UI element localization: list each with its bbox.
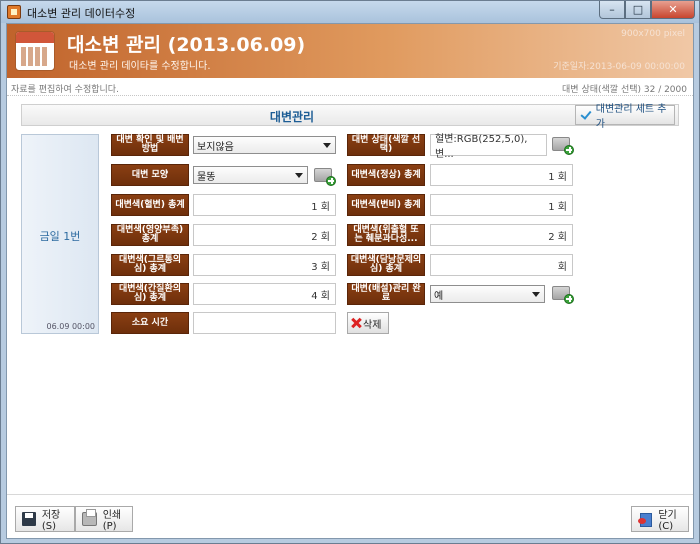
- add-color-icon[interactable]: [552, 135, 574, 155]
- header-banner: 대소변 관리 (2013.06.09) 대소변 관리 데이타를 수정합니다. 9…: [7, 24, 693, 78]
- printer-icon: [82, 509, 97, 526]
- check-icon: [580, 109, 592, 121]
- status-left-text: 자료를 편집하여 수정합니다.: [11, 85, 119, 95]
- shape-value: 물똥: [197, 171, 216, 183]
- exit-icon: [638, 512, 653, 527]
- bloody-color-field[interactable]: 1 회: [193, 194, 336, 216]
- done-value: 예: [434, 290, 444, 302]
- delete-label: 삭제: [363, 319, 382, 331]
- green-color-field[interactable]: 3 회: [193, 254, 336, 276]
- maximize-button[interactable]: □: [625, 1, 651, 19]
- liver-color-label: 대변색(간질환의심) 총계: [111, 283, 189, 305]
- stool-state-label: 대변 상태(색깔 선택): [347, 134, 425, 156]
- app-window: 대소변 관리 데이터수정 – □ ✕ 대소변 관리 (2013.06.09) 대…: [0, 0, 700, 544]
- save-button[interactable]: 저장(S): [15, 506, 75, 532]
- calendar-icon: [15, 31, 55, 71]
- normal-color-label: 대변색(정상) 총계: [347, 164, 425, 186]
- delete-x-icon: [351, 318, 361, 328]
- size-note: 900x700 pixel: [621, 29, 685, 39]
- page-subtitle: 대소변 관리 데이타를 수정합니다.: [69, 61, 211, 72]
- print-label: 인쇄(P): [102, 510, 122, 532]
- chevron-down-icon: [321, 139, 333, 151]
- bloody-color-label: 대변색(혈변) 총계: [111, 194, 189, 216]
- delete-button[interactable]: 삭제: [347, 312, 389, 334]
- duration-field[interactable]: [193, 312, 336, 334]
- save-label: 저장(S): [41, 510, 61, 532]
- black-color-label: 대변색(변비) 총계: [347, 194, 425, 216]
- status-line: 자료를 편집하여 수정합니다. 대변 상태(색깔 선택) 32 / 2000: [7, 80, 693, 96]
- normal-color-field[interactable]: 1 회: [430, 164, 573, 186]
- check-method-label: 대변 확인 및 배변 방법: [111, 134, 189, 156]
- duration-label: 소요 시간: [111, 312, 189, 334]
- gastric-color-field[interactable]: 2 회: [430, 224, 573, 246]
- liver-color-field[interactable]: 4 회: [193, 283, 336, 305]
- window-controls: – □ ✕: [599, 1, 695, 19]
- close-button[interactable]: 닫기(C): [631, 506, 689, 532]
- nutrition-color-field[interactable]: 2 회: [193, 224, 336, 246]
- shape-select[interactable]: 물똥: [193, 166, 308, 184]
- entry-name: 금일 1번: [39, 230, 81, 243]
- entry-time: 06.09 00:00: [46, 322, 96, 331]
- title-bar[interactable]: 대소변 관리 데이터수정 – □ ✕: [1, 1, 699, 23]
- page-title: 대소변 관리 (2013.06.09): [67, 34, 306, 56]
- chevron-down-icon: [293, 169, 305, 181]
- minimize-button[interactable]: –: [599, 1, 625, 19]
- base-date-note: 기준일자:2013-06-09 00:00:00: [553, 62, 685, 72]
- nutrition-color-label: 대변색(영양부족) 총계: [111, 224, 189, 246]
- close-label: 닫기(C): [658, 510, 677, 532]
- window-title: 대소변 관리 데이터수정: [27, 7, 136, 20]
- print-button[interactable]: 인쇄(P): [75, 506, 133, 532]
- add-shape-icon[interactable]: [314, 166, 336, 186]
- footer-divider: [7, 494, 693, 495]
- check-method-select[interactable]: 보지않음: [193, 136, 336, 154]
- status-char-count: 대변 상태(색깔 선택) 32 / 2000: [562, 85, 687, 95]
- shape-label: 대변 모양: [111, 164, 189, 186]
- done-label: 대변(배설)관리 완료: [347, 283, 425, 305]
- section-title: 대변관리: [269, 110, 315, 124]
- close-window-button[interactable]: ✕: [651, 1, 695, 19]
- gallbladder-color-label: 대변색(담낭문제의심) 총계: [347, 254, 425, 276]
- black-color-field[interactable]: 1 회: [430, 194, 573, 216]
- stool-state-field[interactable]: 혈변:RGB(252,5,0), 변...: [430, 134, 547, 160]
- client-area: 대소변 관리 (2013.06.09) 대소변 관리 데이타를 수정합니다. 9…: [6, 23, 694, 539]
- check-method-value: 보지않음: [197, 141, 234, 153]
- chevron-down-icon: [530, 288, 542, 300]
- entry-list-item[interactable]: 금일 1번 06.09 00:00: [21, 134, 99, 334]
- green-color-label: 대변색(그르통의심) 총계: [111, 254, 189, 276]
- save-disk-icon: [22, 512, 36, 526]
- gallbladder-color-field[interactable]: 회: [430, 254, 573, 276]
- add-done-icon[interactable]: [552, 284, 574, 304]
- done-select[interactable]: 예: [430, 285, 545, 303]
- add-set-label: 대변관리 세트 추가: [595, 104, 667, 130]
- gastric-color-label: 대변색(위출혈 또는 췌분과다성...: [347, 224, 425, 246]
- app-icon: [7, 5, 21, 19]
- add-set-button[interactable]: 대변관리 세트 추가: [575, 104, 675, 130]
